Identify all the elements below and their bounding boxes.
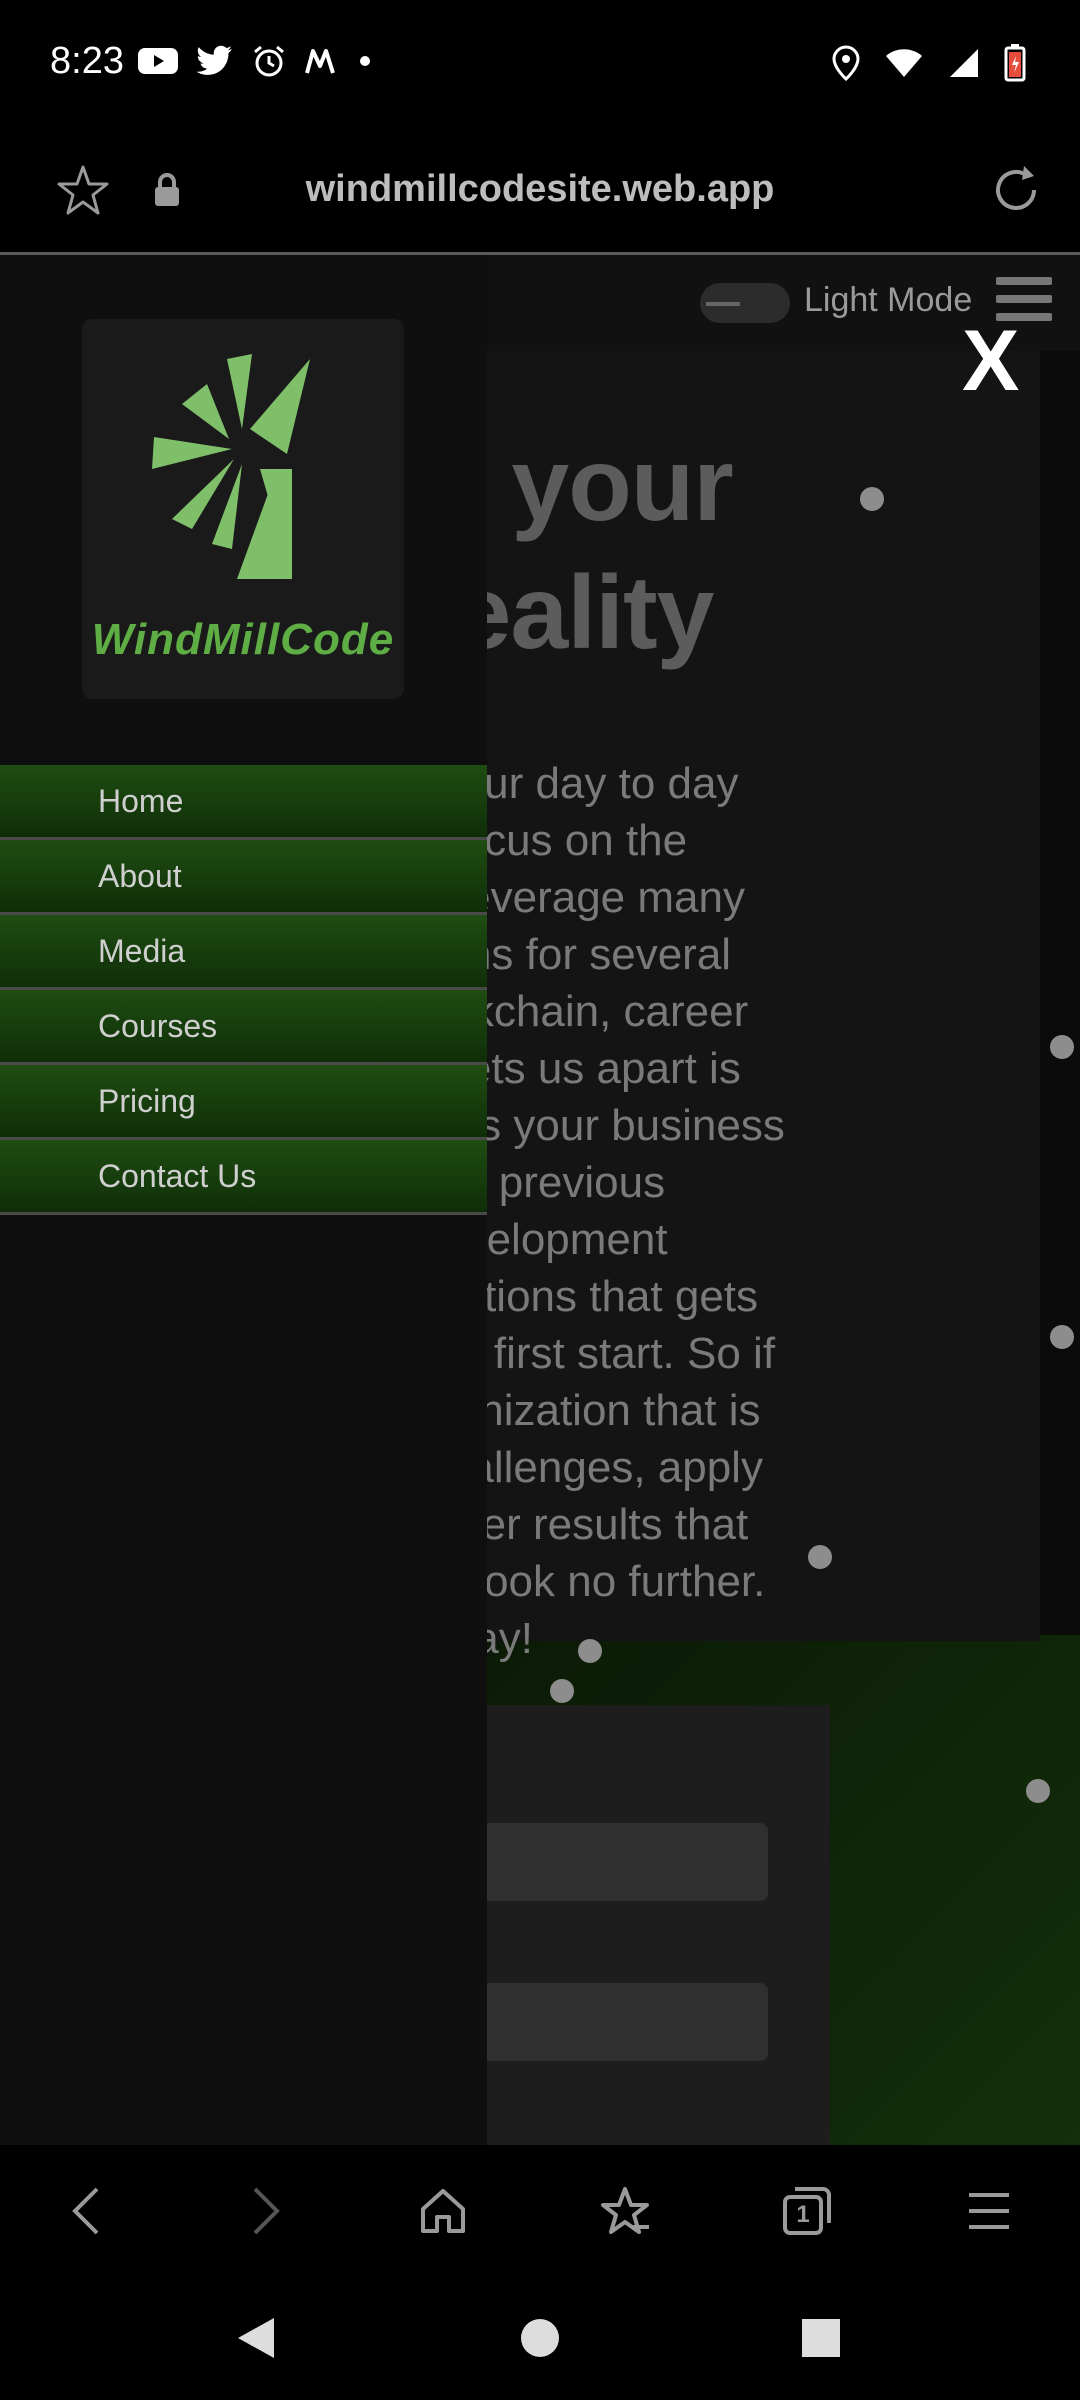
battery-icon: [1004, 44, 1026, 82]
side-drawer: WindMillCode Home About Media Courses Pr…: [0, 255, 487, 2145]
url-text[interactable]: windmillcodesite.web.app: [0, 168, 1080, 211]
twitter-icon: [196, 45, 232, 75]
windmill-logo-icon: [152, 354, 310, 579]
signal-icon: [950, 49, 978, 77]
menu-item-about[interactable]: About: [0, 840, 487, 915]
network-node: [578, 1639, 602, 1663]
browser-toolbar: 1: [0, 2148, 1080, 2274]
back-icon[interactable]: [63, 2183, 113, 2239]
m-app-icon: [305, 49, 335, 74]
light-mode-label: Light Mode: [804, 281, 973, 319]
tabs-count: 1: [796, 2201, 810, 2228]
light-mode-toggle[interactable]: [700, 283, 790, 323]
network-node: [860, 487, 884, 511]
bookmarks-icon[interactable]: [597, 2183, 653, 2239]
status-bar: 8:23: [0, 0, 1080, 130]
network-node: [1050, 1325, 1074, 1349]
logo-wordmark: WindMillCode: [91, 615, 395, 664]
dot-icon: [360, 56, 370, 66]
system-home-icon[interactable]: [518, 2316, 562, 2360]
wifi-icon: [886, 49, 922, 77]
menu-item-home[interactable]: Home: [0, 765, 487, 840]
network-node: [808, 1545, 832, 1569]
system-navigation-bar: [0, 2274, 1080, 2400]
close-drawer-button[interactable]: X: [962, 318, 1019, 404]
menu-icon[interactable]: [961, 2183, 1017, 2239]
system-recents-icon[interactable]: [800, 2317, 842, 2359]
location-icon: [832, 45, 860, 81]
network-node: [1050, 1035, 1074, 1059]
network-node: [550, 1679, 574, 1703]
alarm-icon: [254, 45, 284, 77]
reload-icon[interactable]: [988, 162, 1044, 218]
youtube-icon: [138, 48, 178, 74]
forward-icon[interactable]: [239, 2183, 289, 2239]
address-bar: windmillcodesite.web.app: [0, 130, 1080, 255]
network-node: [1026, 1779, 1050, 1803]
menu-item-contact-us[interactable]: Contact Us: [0, 1140, 487, 1215]
system-back-icon[interactable]: [234, 2314, 278, 2362]
menu-item-courses[interactable]: Courses: [0, 990, 487, 1065]
status-time: 8:23: [50, 40, 124, 82]
home-icon[interactable]: [415, 2183, 471, 2239]
drawer-menu: Home About Media Courses Pricing Contact…: [0, 765, 487, 1215]
menu-item-pricing[interactable]: Pricing: [0, 1065, 487, 1140]
tabs-button[interactable]: 1: [779, 2183, 835, 2239]
site-logo[interactable]: WindMillCode: [82, 319, 404, 699]
menu-item-media[interactable]: Media: [0, 915, 487, 990]
